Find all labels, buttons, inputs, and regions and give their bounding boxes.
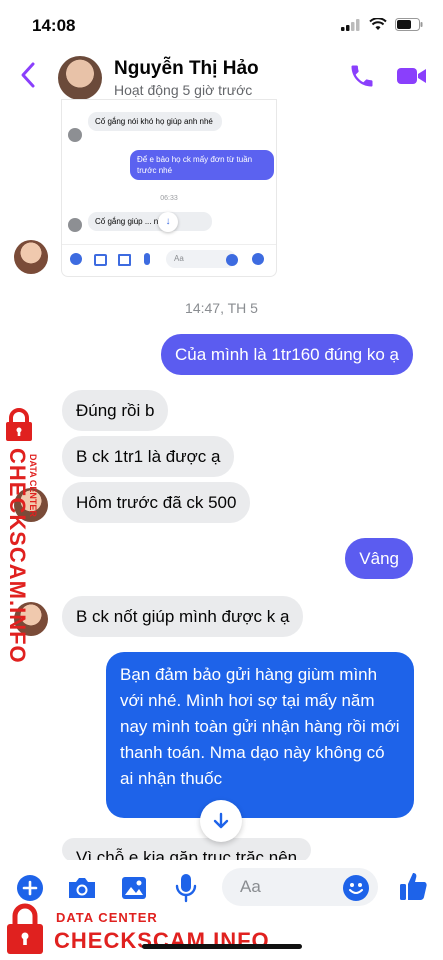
watermark-label: DATA CENTER bbox=[28, 454, 38, 517]
embedded-emoji-icon bbox=[226, 254, 238, 266]
message-incoming[interactable]: Đúng rồi b bbox=[62, 390, 169, 431]
watermark-lock-icon bbox=[6, 408, 32, 441]
arrow-down-icon bbox=[213, 812, 229, 829]
embedded-composer: Aa bbox=[62, 244, 276, 275]
wifi-icon bbox=[369, 18, 387, 30]
home-indicator bbox=[142, 944, 302, 949]
embedded-camera-icon bbox=[94, 254, 107, 266]
status-icons bbox=[341, 18, 423, 31]
plus-icon[interactable] bbox=[16, 874, 44, 902]
contact-avatar[interactable] bbox=[58, 56, 102, 100]
embedded-mic-icon bbox=[144, 253, 150, 265]
status-time: 14:08 bbox=[32, 16, 76, 35]
battery-icon bbox=[395, 18, 423, 31]
message-incoming-partial[interactable]: Vì chỗ e kia gặp trục trặc nên bbox=[62, 838, 312, 862]
scroll-down-button[interactable] bbox=[200, 800, 242, 842]
contact-status: Hoạt động 5 giờ trước bbox=[114, 82, 253, 98]
watermark-site: CHECKSCAM.INFO bbox=[54, 928, 270, 953]
video-call-icon[interactable] bbox=[396, 64, 428, 88]
watermark-lock-icon bbox=[7, 903, 43, 954]
message-incoming[interactable]: B ck nốt giúp mình được k ạ bbox=[62, 596, 304, 637]
embedded-image-icon bbox=[118, 254, 131, 266]
embedded-screenshot[interactable]: Cố gắng nói khó họ giúp anh nhé Để e bảo… bbox=[62, 100, 276, 276]
watermark-site: CHECKSCAM.INFO bbox=[5, 448, 30, 664]
image-icon[interactable] bbox=[120, 874, 148, 902]
sender-avatar[interactable] bbox=[14, 240, 48, 274]
back-chevron-icon[interactable] bbox=[16, 60, 40, 90]
embedded-plus-icon bbox=[70, 253, 82, 265]
embedded-like-icon bbox=[252, 253, 264, 265]
embedded-msg-2: Để e bảo họ ck mấy đơn từ tuần trước nhé bbox=[130, 150, 274, 180]
embedded-avatar bbox=[68, 218, 82, 232]
embedded-msg-3: Cố gắng giúp ... nhé bbox=[88, 212, 212, 231]
message-outgoing-long[interactable]: Bạn đảm bảo gửi hàng giùm mình với nhé. … bbox=[106, 652, 414, 818]
embedded-scroll-down-icon: ↓ bbox=[158, 212, 178, 232]
like-thumbs-up-icon[interactable] bbox=[398, 870, 428, 902]
microphone-icon[interactable] bbox=[174, 872, 198, 904]
watermark-label: DATA CENTER bbox=[56, 910, 158, 925]
camera-icon[interactable] bbox=[66, 874, 98, 902]
signal-icon bbox=[341, 18, 360, 31]
embedded-msg-1: Cố gắng nói khó họ giúp anh nhé bbox=[88, 112, 222, 131]
message-timestamp: 14:47, TH 5 bbox=[185, 300, 258, 316]
message-incoming[interactable]: B ck 1tr1 là được ạ bbox=[62, 436, 235, 477]
phone-call-icon[interactable] bbox=[348, 62, 376, 90]
embedded-avatar bbox=[68, 128, 82, 142]
contact-name[interactable]: Nguyễn Thị Hảo bbox=[114, 58, 259, 80]
message-outgoing[interactable]: Vâng bbox=[345, 538, 413, 579]
message-incoming[interactable]: Hôm trước đã ck 500 bbox=[62, 482, 251, 523]
emoji-icon[interactable] bbox=[342, 874, 370, 902]
watermark-vertical: CHECKSCAM.INFO DATA CENTER bbox=[0, 446, 44, 664]
message-outgoing[interactable]: Của mình là 1tr160 đúng ko ạ bbox=[161, 334, 413, 375]
embedded-time: 06:33 bbox=[160, 195, 178, 202]
